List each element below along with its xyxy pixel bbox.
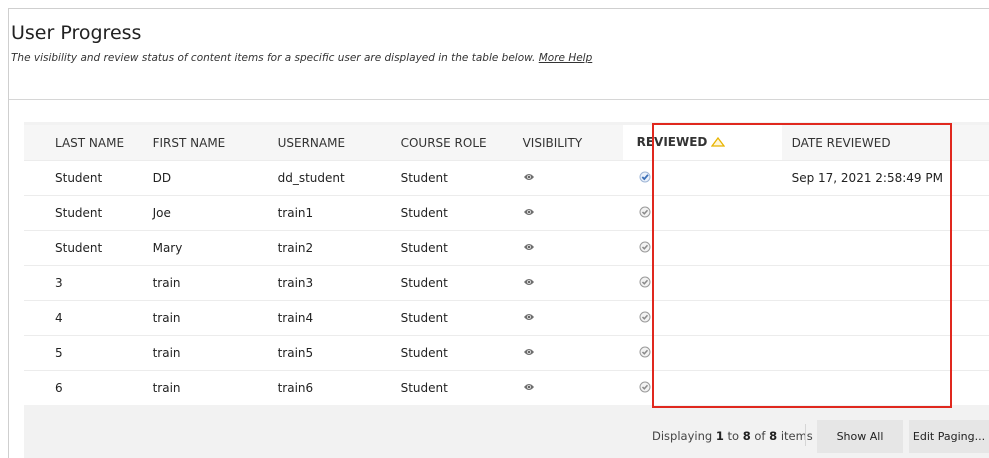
paging-to-word: to <box>727 429 740 443</box>
cell-visibility <box>522 160 623 196</box>
col-header-course-role[interactable]: COURSE ROLE <box>400 125 523 161</box>
cell-first-name: train <box>152 300 278 336</box>
cell-username: train3 <box>277 265 401 301</box>
cell-last-name: 5 <box>24 335 153 371</box>
cell-username: train4 <box>277 300 401 336</box>
paging-status: Displaying 1 to 8 of 8 items <box>652 429 813 443</box>
cell-date-reviewed <box>781 195 989 231</box>
show-all-button[interactable]: Show All <box>817 420 903 453</box>
eye-icon[interactable] <box>523 241 535 255</box>
cell-visibility <box>522 370 623 405</box>
col-header-date-reviewed[interactable]: DATE REVIEWED <box>781 125 989 161</box>
cell-visibility <box>522 230 623 266</box>
cell-reviewed <box>622 230 782 266</box>
cell-course-role: Student <box>400 195 523 231</box>
cell-course-role: Student <box>400 160 523 196</box>
eye-icon[interactable] <box>523 311 535 325</box>
cell-reviewed <box>622 160 782 196</box>
cell-date-reviewed <box>781 370 989 405</box>
table-row: Student Joe train1 Student <box>24 195 989 231</box>
eye-icon[interactable] <box>523 276 535 290</box>
col-header-reviewed-label: REVIEWED <box>636 135 708 150</box>
paging-prefix: Displaying <box>652 429 713 443</box>
cell-username: train1 <box>277 195 401 231</box>
table-header-row: LAST NAME FIRST NAME USERNAME COURSE ROL… <box>24 125 989 161</box>
table-row: 3 train train3 Student <box>24 265 989 301</box>
cell-last-name: Student <box>24 195 153 231</box>
cell-first-name: Mary <box>152 230 278 266</box>
not-reviewed-icon <box>639 206 651 221</box>
cell-first-name: train <box>152 265 278 301</box>
user-progress-table: LAST NAME FIRST NAME USERNAME COURSE ROL… <box>24 125 989 405</box>
not-reviewed-icon <box>639 346 651 361</box>
cell-first-name: train <box>152 370 278 405</box>
table-row: Student Mary train2 Student <box>24 230 989 266</box>
cell-reviewed <box>622 265 782 301</box>
cell-date-reviewed <box>781 230 989 266</box>
cell-visibility <box>522 335 623 371</box>
cell-course-role: Student <box>400 265 523 301</box>
col-header-username[interactable]: USERNAME <box>277 125 401 161</box>
cell-first-name: train <box>152 335 278 371</box>
not-reviewed-icon <box>639 276 651 291</box>
reviewed-check-icon <box>639 171 651 186</box>
eye-icon[interactable] <box>523 171 535 185</box>
more-help-link[interactable]: More Help <box>539 52 593 64</box>
col-header-reviewed[interactable]: REVIEWED <box>622 125 782 161</box>
cell-date-reviewed <box>781 265 989 301</box>
header-divider <box>9 99 989 100</box>
cell-date-reviewed <box>781 300 989 336</box>
edit-paging-button[interactable]: Edit Paging... <box>909 420 989 453</box>
table-row: 6 train train6 Student <box>24 370 989 405</box>
page-title: User Progress <box>11 22 142 44</box>
not-reviewed-icon <box>639 381 651 396</box>
cell-last-name: 3 <box>24 265 153 301</box>
cell-username: dd_student <box>277 160 401 196</box>
cell-last-name: Student <box>24 230 153 266</box>
cell-username: train6 <box>277 370 401 405</box>
cell-last-name: 6 <box>24 370 153 405</box>
cell-reviewed <box>622 335 782 371</box>
table-row: Student DD dd_student Student Sep 17, 2021 2… <box>24 160 989 196</box>
cell-username: train5 <box>277 335 401 371</box>
not-reviewed-icon <box>639 311 651 326</box>
cell-date-reviewed: Sep 17, 2021 2:58:49 PM <box>781 160 989 196</box>
table-body: Student DD dd_student Student Sep 17, 2021 2… <box>24 160 989 405</box>
not-reviewed-icon <box>639 241 651 256</box>
instructions-body: The visibility and review status of cont… <box>11 52 536 64</box>
eye-icon[interactable] <box>523 381 535 395</box>
cell-last-name: 4 <box>24 300 153 336</box>
cell-first-name: Joe <box>152 195 278 231</box>
cell-date-reviewed <box>781 335 989 371</box>
cell-course-role: Student <box>400 300 523 336</box>
cell-first-name: DD <box>152 160 278 196</box>
cell-course-role: Student <box>400 335 523 371</box>
cell-course-role: Student <box>400 370 523 405</box>
cell-course-role: Student <box>400 230 523 266</box>
instructions-text: The visibility and review status of cont… <box>11 52 592 64</box>
cell-reviewed <box>622 370 782 405</box>
col-header-visibility[interactable]: VISIBILITY <box>522 125 623 161</box>
paging-to: 8 <box>742 429 751 443</box>
cell-reviewed <box>622 300 782 336</box>
paging-of-word: of <box>754 429 766 443</box>
col-header-last-name[interactable]: LAST NAME <box>24 125 153 161</box>
paging-total: 8 <box>769 429 778 443</box>
cell-visibility <box>522 265 623 301</box>
footer-separator <box>805 424 806 446</box>
table-row: 5 train train5 Student <box>24 335 989 371</box>
sort-ascending-icon <box>711 136 726 150</box>
cell-visibility <box>522 300 623 336</box>
table-row: 4 train train4 Student <box>24 300 989 336</box>
cell-reviewed <box>622 195 782 231</box>
col-header-first-name[interactable]: FIRST NAME <box>152 125 278 161</box>
paging-suffix: items <box>780 429 813 443</box>
eye-icon[interactable] <box>523 346 535 360</box>
cell-last-name: Student <box>24 160 153 196</box>
eye-icon[interactable] <box>523 206 535 220</box>
cell-visibility <box>522 195 623 231</box>
cell-username: train2 <box>277 230 401 266</box>
paging-from: 1 <box>715 429 724 443</box>
